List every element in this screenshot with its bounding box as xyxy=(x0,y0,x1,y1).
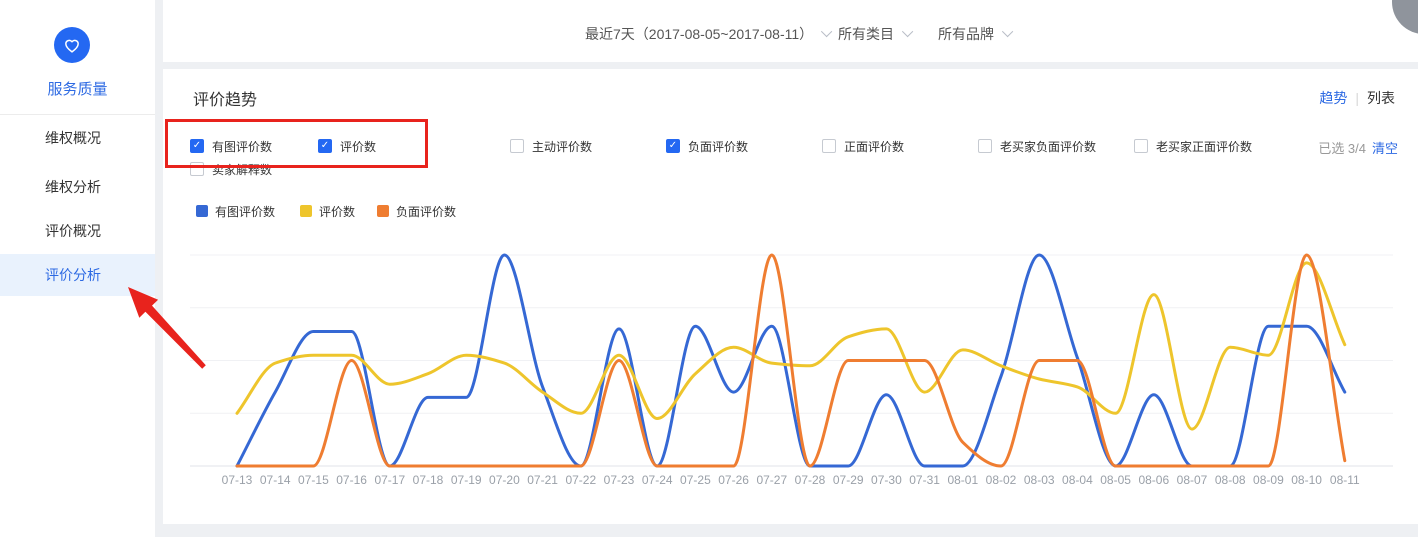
svg-text:08-07: 08-07 xyxy=(1177,473,1208,487)
filter-bar: 最近7天（2017-08-05~2017-08-11） 所有类目 所有品牌 xyxy=(163,0,1418,62)
svg-text:07-28: 07-28 xyxy=(795,473,826,487)
sidebar-item-weiquan-overview[interactable]: 维权概况 xyxy=(0,117,155,159)
svg-text:07-26: 07-26 xyxy=(718,473,749,487)
svg-text:08-09: 08-09 xyxy=(1253,473,1284,487)
svg-text:07-30: 07-30 xyxy=(871,473,902,487)
sidebar: 服务质量 维权概况 维权分析 评价概况 评价分析 xyxy=(0,0,155,537)
svg-text:08-08: 08-08 xyxy=(1215,473,1246,487)
category-label: 所有类目 xyxy=(838,26,894,42)
chevron-down-icon xyxy=(821,26,832,37)
svg-text:07-13: 07-13 xyxy=(222,473,253,487)
page: { "sidebar": { "section_title": "服务质量", … xyxy=(0,0,1418,537)
svg-text:07-15: 07-15 xyxy=(298,473,329,487)
trend-line-chart: 07-13 07-14 07-15 07-16 07-17 07-18 07-19 07-20… xyxy=(163,69,1418,524)
svg-text:08-01: 08-01 xyxy=(947,473,978,487)
svg-text:07-19: 07-19 xyxy=(451,473,482,487)
brand-dropdown[interactable]: 所有品牌 xyxy=(938,24,1013,44)
sidebar-item-review-analysis[interactable]: 评价分析 xyxy=(0,254,155,296)
svg-text:07-20: 07-20 xyxy=(489,473,520,487)
svg-text:07-22: 07-22 xyxy=(565,473,596,487)
sidebar-divider xyxy=(0,114,155,115)
svg-text:07-14: 07-14 xyxy=(260,473,291,487)
svg-text:07-18: 07-18 xyxy=(413,473,444,487)
sidebar-item-review-overview[interactable]: 评价概况 xyxy=(0,210,155,252)
date-range-label: 最近7天（2017-08-05~2017-08-11） xyxy=(585,26,813,42)
svg-text:07-17: 07-17 xyxy=(374,473,405,487)
sidebar-item-weiquan-analysis[interactable]: 维权分析 xyxy=(0,166,155,208)
svg-text:08-04: 08-04 xyxy=(1062,473,1093,487)
svg-text:07-27: 07-27 xyxy=(756,473,787,487)
service-quality-logo xyxy=(54,27,90,63)
brand-label: 所有品牌 xyxy=(938,26,994,42)
svg-text:08-06: 08-06 xyxy=(1138,473,1169,487)
svg-text:08-02: 08-02 xyxy=(986,473,1017,487)
svg-text:07-29: 07-29 xyxy=(833,473,864,487)
svg-text:08-10: 08-10 xyxy=(1291,473,1322,487)
date-range-dropdown[interactable]: 最近7天（2017-08-05~2017-08-11） xyxy=(585,24,832,44)
svg-text:08-05: 08-05 xyxy=(1100,473,1131,487)
chevron-down-icon xyxy=(1002,26,1013,37)
svg-text:07-24: 07-24 xyxy=(642,473,673,487)
heart-icon xyxy=(62,35,82,55)
svg-text:07-21: 07-21 xyxy=(527,473,558,487)
svg-text:07-25: 07-25 xyxy=(680,473,711,487)
svg-text:08-11: 08-11 xyxy=(1330,473,1360,487)
chevron-down-icon xyxy=(902,26,913,37)
svg-text:07-31: 07-31 xyxy=(909,473,940,487)
svg-text:07-23: 07-23 xyxy=(604,473,635,487)
category-dropdown[interactable]: 所有类目 xyxy=(838,24,913,44)
svg-text:08-03: 08-03 xyxy=(1024,473,1055,487)
sidebar-section-title: 服务质量 xyxy=(0,78,155,99)
svg-text:07-16: 07-16 xyxy=(336,473,367,487)
review-trend-panel: 评价趋势 趋势|列表 ✓ 有图评价数 ✓ 评价数 主动评价数 ✓ 负面评价数 正… xyxy=(163,69,1418,524)
